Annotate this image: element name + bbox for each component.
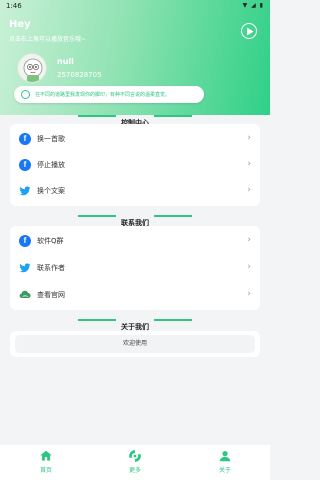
nav-label: 首页 <box>39 467 52 474</box>
bottom-nav: 首页 更多 关于 <box>0 445 270 480</box>
chevron-right-icon: › <box>247 289 251 299</box>
avatar-icon <box>23 58 43 82</box>
page-subtitle: 点击右上角可以播放音乐哦~ <box>9 36 87 43</box>
section-divider <box>154 115 192 117</box>
about-card: 欢迎使用 <box>10 331 260 357</box>
list-item-next-song[interactable]: f 换一首歌 › <box>10 126 260 152</box>
list-item-label: 换一首歌 <box>37 135 65 143</box>
twitter-icon <box>19 186 31 196</box>
list-item-contact-author[interactable]: 联系作者 › <box>10 255 260 281</box>
twitter-icon <box>19 263 31 273</box>
page-title: Hey <box>9 19 31 30</box>
chevron-right-icon: › <box>247 262 251 272</box>
person-icon <box>219 451 231 462</box>
notice-text: 在不同的道路里我发现你的脚印，有种不同言说的温柔直觉。 <box>35 91 171 98</box>
list-item-label: 查看官网 <box>37 291 65 299</box>
status-time: 1:46 <box>6 2 22 10</box>
list-item-label: 软件Q群 <box>37 237 64 245</box>
home-icon <box>40 450 52 461</box>
chevron-right-icon: › <box>247 185 251 195</box>
section-title-contact: 联系我们 <box>0 210 270 227</box>
user-name: null <box>57 57 74 66</box>
list-item-label: 换个文案 <box>37 187 65 195</box>
status-icons: ▼ ◢ ▮ <box>242 2 264 9</box>
section-divider <box>154 319 192 321</box>
chevron-right-icon: › <box>247 133 251 143</box>
more-icon <box>129 450 141 462</box>
facebook-icon: f <box>19 159 31 171</box>
section-label: 关于我们 <box>121 323 149 331</box>
play-music-button[interactable] <box>241 23 257 39</box>
nav-item-home[interactable]: 首页 <box>26 449 66 477</box>
chevron-right-icon: › <box>247 159 251 169</box>
welcome-button[interactable]: 欢迎使用 <box>15 335 255 353</box>
section-title-about: 关于我们 <box>0 314 270 331</box>
facebook-icon: f <box>19 133 31 145</box>
user-id: 2570828705 <box>57 71 102 79</box>
section-title-control: 控制中心 <box>0 110 270 127</box>
notice-dot-icon <box>21 90 30 99</box>
control-card: f 换一首歌 › f 停止播放 › 换个文案 › <box>10 124 260 206</box>
play-icon <box>247 27 254 36</box>
list-item-label: 联系作者 <box>37 264 65 272</box>
section-divider <box>154 215 192 217</box>
list-item-label: 停止播放 <box>37 161 65 169</box>
list-item-change-text[interactable]: 换个文案 › <box>10 178 260 204</box>
avatar[interactable] <box>17 53 47 83</box>
nav-item-more[interactable]: 更多 <box>115 449 155 477</box>
contact-card: f 软件Q群 › 联系作者 › 查看官网 › <box>10 226 260 310</box>
chevron-right-icon: › <box>247 235 251 245</box>
list-item-official-site[interactable]: 查看官网 › <box>10 282 260 308</box>
notice-bar: 在不同的道路里我发现你的脚印，有种不同言说的温柔直觉。 <box>14 86 204 103</box>
section-divider <box>78 215 116 217</box>
nav-item-about[interactable]: 关于 <box>205 449 245 477</box>
section-divider <box>78 115 116 117</box>
nav-label: 关于 <box>218 467 231 474</box>
nav-label: 更多 <box>128 467 141 474</box>
header-banner: 1:46 ▼ ◢ ▮ Hey 点击右上角可以播放音乐哦~ null 257082… <box>0 0 270 115</box>
list-item-qq-group[interactable]: f 软件Q群 › <box>10 228 260 254</box>
section-divider <box>78 319 116 321</box>
list-item-stop-playing[interactable]: f 停止播放 › <box>10 152 260 178</box>
cloud-icon <box>19 290 31 299</box>
facebook-icon: f <box>19 235 31 247</box>
